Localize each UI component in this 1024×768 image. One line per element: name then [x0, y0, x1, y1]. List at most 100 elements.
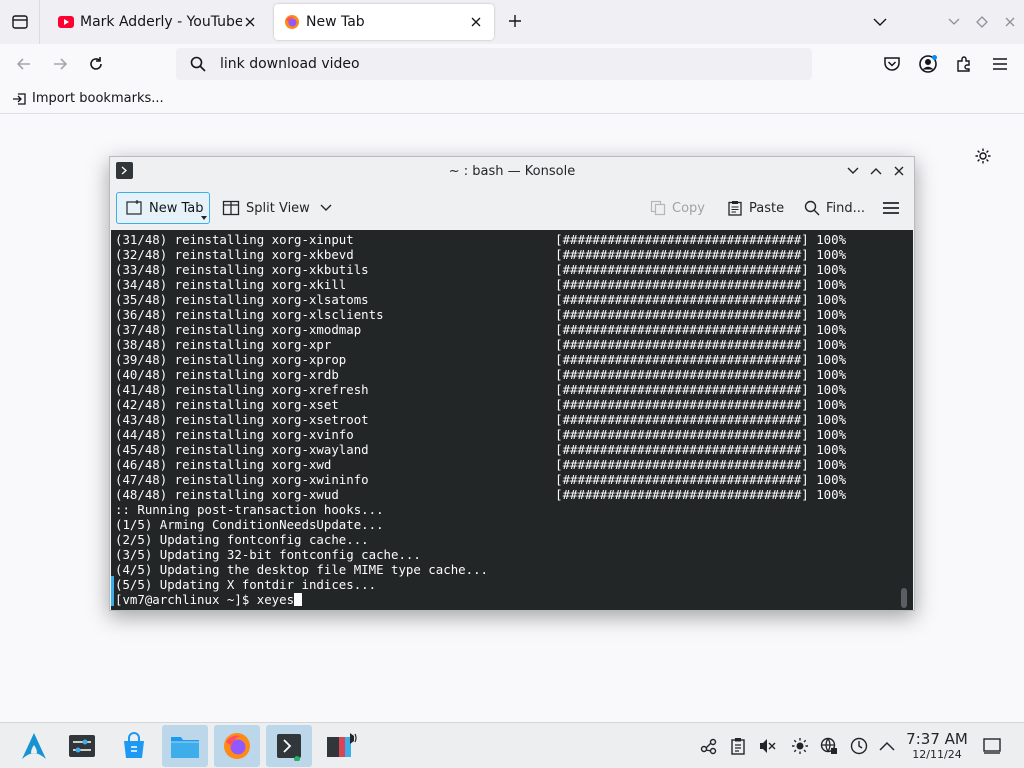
pocket-button[interactable]	[878, 50, 906, 78]
new-tab-button[interactable]	[504, 10, 526, 32]
plus-icon	[509, 15, 521, 27]
back-arrow-icon	[16, 58, 30, 70]
hamburger-menu-icon	[883, 202, 899, 214]
import-bookmarks-link[interactable]: Import bookmarks...	[32, 91, 164, 106]
extensions-button[interactable]	[950, 50, 978, 78]
terminal-line: :: Running post-transaction hooks...	[115, 502, 384, 517]
tray-expand-button[interactable]	[877, 736, 897, 756]
diamond-icon	[976, 16, 988, 28]
discover-store-icon	[124, 732, 144, 758]
tray-clipboard[interactable]	[728, 736, 748, 756]
close-tab-icon[interactable]	[242, 14, 258, 30]
konsole-close-button[interactable]	[890, 162, 908, 180]
import-icon	[13, 92, 26, 105]
show-desktop-button[interactable]	[982, 736, 1002, 756]
window-title: ~ : bash — Konsole	[448, 163, 576, 179]
close-tab-icon[interactable]	[468, 14, 484, 30]
close-icon	[894, 166, 904, 176]
customize-new-tab-button[interactable]	[973, 146, 993, 166]
terminal-line: (5/5) Updating X fontdir indices...	[115, 577, 377, 592]
paste-button[interactable]: Paste	[727, 192, 784, 224]
clock-date: 12/11/24	[912, 748, 962, 761]
digital-clock[interactable]: 7:37 AM 12/11/24	[905, 730, 969, 762]
taskbar-firefox[interactable]	[214, 725, 260, 767]
taskbar-system-settings[interactable]	[59, 725, 105, 767]
terminal-line: (4/5) Updating the desktop file MIME typ…	[115, 562, 488, 577]
volume-muted-icon	[760, 739, 776, 753]
media-app-icon	[327, 733, 357, 757]
clock-time: 7:37 AM	[906, 730, 968, 748]
hamburger-menu-icon	[993, 58, 1007, 70]
chevron-down-icon	[873, 18, 887, 26]
terminal-line: (48/48) reinstalling xorg-xwud [########…	[115, 487, 847, 502]
terminal-line: (31/48) reinstalling xorg-xinput [######…	[115, 232, 847, 247]
firefox-icon	[224, 733, 250, 759]
tray-updates[interactable]	[849, 736, 869, 756]
url-bar[interactable]: link download video	[176, 48, 812, 80]
konsole-maximize-button[interactable]	[867, 162, 885, 180]
split-view-button[interactable]: Split View	[222, 192, 332, 224]
terminal-scrollbar[interactable]	[901, 588, 907, 608]
arch-launcher-icon	[22, 733, 46, 759]
konsole-menu-button[interactable]	[882, 192, 900, 224]
terminal-line: (40/48) reinstalling xorg-xrdb [########…	[115, 367, 847, 382]
terminal-line: (32/48) reinstalling xorg-xkbevd [######…	[115, 247, 847, 262]
close-window-button[interactable]	[1000, 12, 1020, 32]
taskbar-discover[interactable]	[111, 725, 157, 767]
tab-overflow-button[interactable]	[870, 12, 890, 32]
maximize-button[interactable]	[972, 12, 992, 32]
konsole-titlebar[interactable]: ~ : bash — Konsole	[110, 157, 914, 185]
chevron-down-icon	[320, 204, 332, 211]
paste-label: Paste	[749, 200, 785, 216]
firefox-icon	[285, 15, 299, 29]
chevron-down-icon	[948, 18, 960, 25]
terminal-prompt-line[interactable]: [vm7@archlinux ~]$ xeyes	[115, 592, 846, 607]
taskbar-konsole[interactable]	[266, 725, 312, 767]
konsole-minimize-button[interactable]	[844, 162, 862, 180]
terminal-line: (1/5) Arming ConditionNeedsUpdate...	[115, 517, 384, 532]
clipboard-icon	[731, 738, 745, 755]
system-settings-icon	[69, 735, 95, 757]
list-all-tabs-button[interactable]	[0, 0, 40, 44]
minimize-button[interactable]	[944, 12, 964, 32]
taskbar-media-app[interactable]	[318, 725, 364, 767]
puzzle-icon	[957, 56, 970, 72]
konsole-window: ~ : bash — Konsole New Tab Split View Co…	[109, 156, 915, 611]
url-input-text[interactable]: link download video	[220, 56, 360, 72]
app-menu-button[interactable]	[986, 50, 1014, 78]
tray-volume[interactable]	[757, 736, 777, 756]
updates-icon	[850, 737, 868, 755]
forward-arrow-icon	[54, 58, 68, 70]
tab-youtube[interactable]: Mark Adderly - YouTube	[48, 4, 268, 40]
terminal-line: (3/5) Updating 32-bit fontconfig cache..…	[115, 547, 421, 562]
taskbar-dolphin[interactable]	[162, 725, 208, 767]
forward-button[interactable]	[46, 50, 74, 78]
show-desktop-icon	[983, 738, 1001, 754]
taskbar: 7:37 AM 12/11/24	[0, 722, 1024, 768]
terminal-line: (41/48) reinstalling xorg-xrefresh [####…	[115, 382, 847, 397]
network-share-icon	[700, 738, 717, 755]
search-icon	[190, 56, 206, 72]
konsole-app-icon[interactable]	[116, 162, 133, 179]
copy-label: Copy	[672, 200, 705, 216]
pocket-icon	[884, 57, 900, 71]
find-button[interactable]: Find...	[804, 192, 865, 224]
back-button[interactable]	[10, 50, 38, 78]
account-button[interactable]	[914, 50, 942, 78]
chevron-up-icon	[879, 741, 895, 751]
tray-network[interactable]	[819, 736, 839, 756]
konsole-toolbar: New Tab Split View Copy Paste Find...	[110, 185, 914, 229]
new-tab-label: New Tab	[149, 200, 204, 216]
youtube-icon	[58, 16, 74, 28]
application-launcher[interactable]	[11, 725, 57, 767]
tab-strip: Mark Adderly - YouTube New Tab	[0, 0, 1024, 44]
reload-button[interactable]	[82, 50, 110, 78]
tray-kdeconnect[interactable]	[699, 736, 719, 756]
copy-button[interactable]: Copy	[650, 192, 705, 224]
close-icon	[1005, 17, 1015, 27]
chevron-up-icon	[870, 168, 882, 175]
new-tab-button[interactable]: New Tab	[116, 192, 210, 224]
tray-brightness[interactable]	[790, 736, 810, 756]
terminal-view[interactable]: (31/48) reinstalling xorg-xinput [######…	[111, 230, 913, 610]
tab-new-tab[interactable]: New Tab	[274, 4, 494, 40]
